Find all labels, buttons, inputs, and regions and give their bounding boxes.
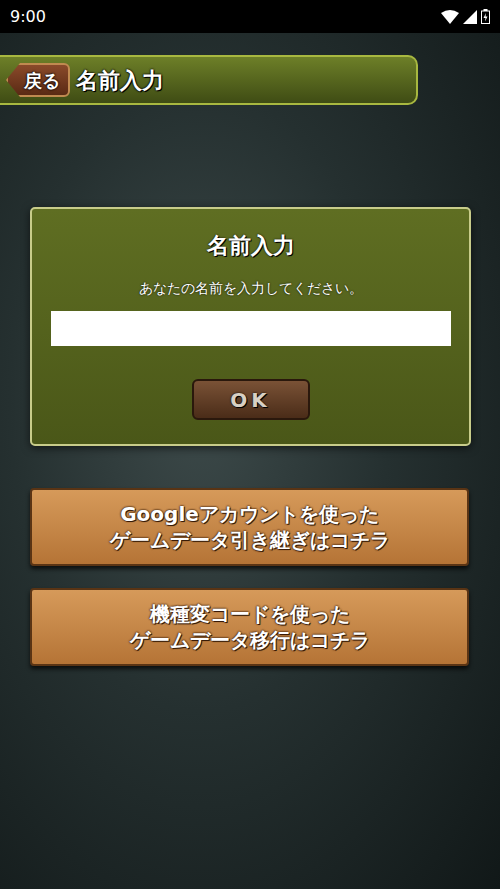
name-input[interactable] [51,311,451,346]
time: 9:00 [10,5,46,29]
status-bar: 9:00 [0,0,500,33]
button-line: ゲームデータ引き継ぎはコチラ [110,527,390,553]
header-title: 名前入力 [76,64,164,97]
button-line: ゲームデータ移行はコチラ [130,627,370,653]
button-line: 機種変コードを使った [150,601,350,627]
wifi-icon [441,10,459,24]
status-icons [441,9,490,24]
button-line: Googleアカウントを使った [120,501,379,527]
back-button[interactable]: 戻る [6,63,70,97]
back-label: 戻る [24,67,60,94]
ok-label: OK [230,385,271,415]
dialog-title: 名前入力 [207,229,295,262]
dialog-message: あなたの名前を入力してください。 [139,278,363,299]
transfer-button[interactable]: 機種変コードを使ったゲームデータ移行はコチラ [30,588,469,666]
battery-icon [481,9,490,24]
header-bar: 戻る名前入力 [0,55,418,105]
name-dialog: 名前入力あなたの名前を入力してください。 OK [30,207,471,446]
transfer-button[interactable]: Googleアカウントを使ったゲームデータ引き継ぎはコチラ [30,488,469,566]
ok-button[interactable]: OK [192,379,310,420]
signal-icon [463,10,477,24]
